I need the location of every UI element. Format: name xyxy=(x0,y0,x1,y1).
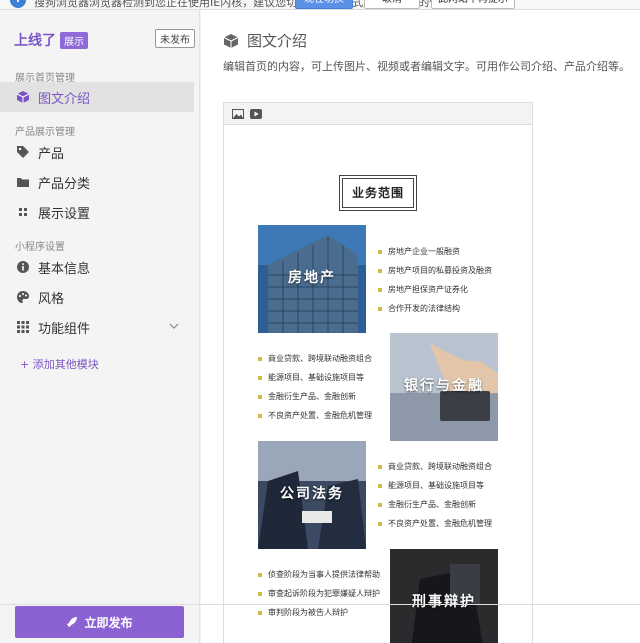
bullet-list: 房地产企业一般融资 房地产项目的私募投资及融资 房地产担保资产证券化 合作开发的… xyxy=(378,242,492,318)
editor-toolbar xyxy=(224,103,532,125)
brand-tag: 展示 xyxy=(60,31,88,49)
sidebar-item-components[interactable]: 功能组件 xyxy=(0,312,194,342)
bullet-list: 侦查阶段为当事人提供法律帮助 审查起诉阶段为犯罪嫌疑人辩护 审判阶段为被告人辩护 xyxy=(258,565,380,622)
image-caption: 刑事辩护 xyxy=(412,594,476,610)
real-estate-image: 房地产 xyxy=(258,225,366,333)
status-badge: 未发布 xyxy=(155,29,195,48)
image-caption: 房地产 xyxy=(288,270,336,286)
list-item: 金融衍生产品、金融创新 xyxy=(258,387,372,406)
list-item: 商业贷款、跨境联动融资组合 xyxy=(258,349,372,368)
list-item: 房地产企业一般融资 xyxy=(378,242,492,261)
divider xyxy=(0,604,640,605)
list-item: 商业贷款、跨境联动融资组合 xyxy=(378,457,492,476)
sidebar-item-label: 基本信息 xyxy=(38,261,91,277)
sidebar-item-label: 风格 xyxy=(38,291,65,307)
cancel-button[interactable]: 取消 xyxy=(364,0,420,9)
sidebar-item-display-settings[interactable]: 展示设置 xyxy=(0,197,194,227)
page-title: 图文介绍 xyxy=(247,32,308,50)
cube-icon xyxy=(223,33,239,49)
criminal-defense-image: 刑事辩护 xyxy=(390,549,498,643)
section-title-miniprogram: 小程序设置 xyxy=(15,242,65,253)
list-item: 审查起诉阶段为犯罪嫌疑人辩护 xyxy=(258,584,380,603)
list-item: 房地产项目的私募投资及融资 xyxy=(378,261,492,280)
bullet-list: 商业贷款、跨境联动融资组合 能源项目、基础设施项目等 金融衍生产品、金融创新 不… xyxy=(378,457,492,533)
add-module-link[interactable]: + 添加其他模块 xyxy=(20,356,99,372)
tags-icon xyxy=(16,145,30,159)
cube-icon xyxy=(16,90,30,104)
list-item: 能源项目、基础设施项目等 xyxy=(378,476,492,495)
list-item: 不良资产处置、金融危机管理 xyxy=(378,514,492,533)
list-item: 侦查阶段为当事人提供法律帮助 xyxy=(258,565,380,584)
chevron-down-icon[interactable] xyxy=(168,320,180,332)
sidebar: 上线了 展示 未发布 展示首页管理 图文介绍 产品展示管理 产品 产品分类 展示… xyxy=(0,10,200,643)
sidebar-item-products[interactable]: 产品 xyxy=(0,137,194,167)
dont-remind-button[interactable]: 此网站不再提示 xyxy=(431,0,515,9)
list-item: 不良资产处置、金融危机管理 xyxy=(258,406,372,425)
brand: 上线了 展示 xyxy=(14,30,88,50)
banking-image: 银行与金融 xyxy=(390,333,498,441)
corporate-legal-image: 公司法务 xyxy=(258,441,366,549)
page-description: 编辑首页的内容，可上传图片、视频或者编辑文字。可用作公司介绍、产品介绍等。 xyxy=(223,60,630,73)
apps-icon xyxy=(16,320,30,334)
list-item: 合作开发的法律结构 xyxy=(378,299,492,318)
sidebar-item-label: 展示设置 xyxy=(38,206,91,222)
rich-text-editor[interactable]: 业务范围 房地产 房地产企业一般融资 房地产项目的私募投资及融资 房地产担保资产… xyxy=(223,102,533,643)
sidebar-item-label: 产品分类 xyxy=(38,176,91,192)
rocket-icon xyxy=(66,616,78,628)
sidebar-item-product-categories[interactable]: 产品分类 xyxy=(0,167,194,197)
section-title-products: 产品展示管理 xyxy=(15,127,75,138)
page-header: 图文介绍 xyxy=(223,30,307,51)
switch-mode-button[interactable]: 现在切换 xyxy=(295,0,353,9)
list-item: 能源项目、基础设施项目等 xyxy=(258,368,372,387)
publish-label: 立即发布 xyxy=(84,615,133,630)
sidebar-item-label: 图文介绍 xyxy=(38,91,91,107)
image-icon[interactable] xyxy=(232,108,244,119)
list-item: 审判阶段为被告人辩护 xyxy=(258,603,380,622)
image-caption: 公司法务 xyxy=(280,486,344,502)
info-icon: i xyxy=(10,0,26,8)
main-panel: 图文介绍 编辑首页的内容，可上传图片、视频或者编辑文字。可用作公司介绍、产品介绍… xyxy=(201,10,640,643)
browser-notification-bar: i 搜狗浏览器浏览器检测到您正在使用IE内核，建议您切换到极速模式以获得更好的体… xyxy=(0,0,640,10)
sidebar-item-label: 产品 xyxy=(38,146,65,162)
sidebar-item-style[interactable]: 风格 xyxy=(0,282,194,312)
info-icon xyxy=(16,260,30,274)
publish-button[interactable]: 立即发布 xyxy=(15,606,184,638)
list-item: 房地产担保资产证券化 xyxy=(378,280,492,299)
sidebar-item-rich-text[interactable]: 图文介绍 xyxy=(0,82,194,112)
palette-icon xyxy=(16,290,30,304)
brand-logo: 上线了 xyxy=(14,33,56,49)
bullet-list: 商业贷款、跨境联动融资组合 能源项目、基础设施项目等 金融衍生产品、金融创新 不… xyxy=(258,349,372,425)
content-heading: 业务范围 xyxy=(339,175,417,211)
folder-icon xyxy=(16,175,30,189)
sidebar-item-label: 功能组件 xyxy=(38,321,91,337)
sidebar-item-basic-info[interactable]: 基本信息 xyxy=(0,252,194,282)
list-item: 金融衍生产品、金融创新 xyxy=(378,495,492,514)
video-icon[interactable] xyxy=(250,108,262,119)
image-caption: 银行与金融 xyxy=(404,378,484,394)
grid-small-icon xyxy=(16,205,30,219)
